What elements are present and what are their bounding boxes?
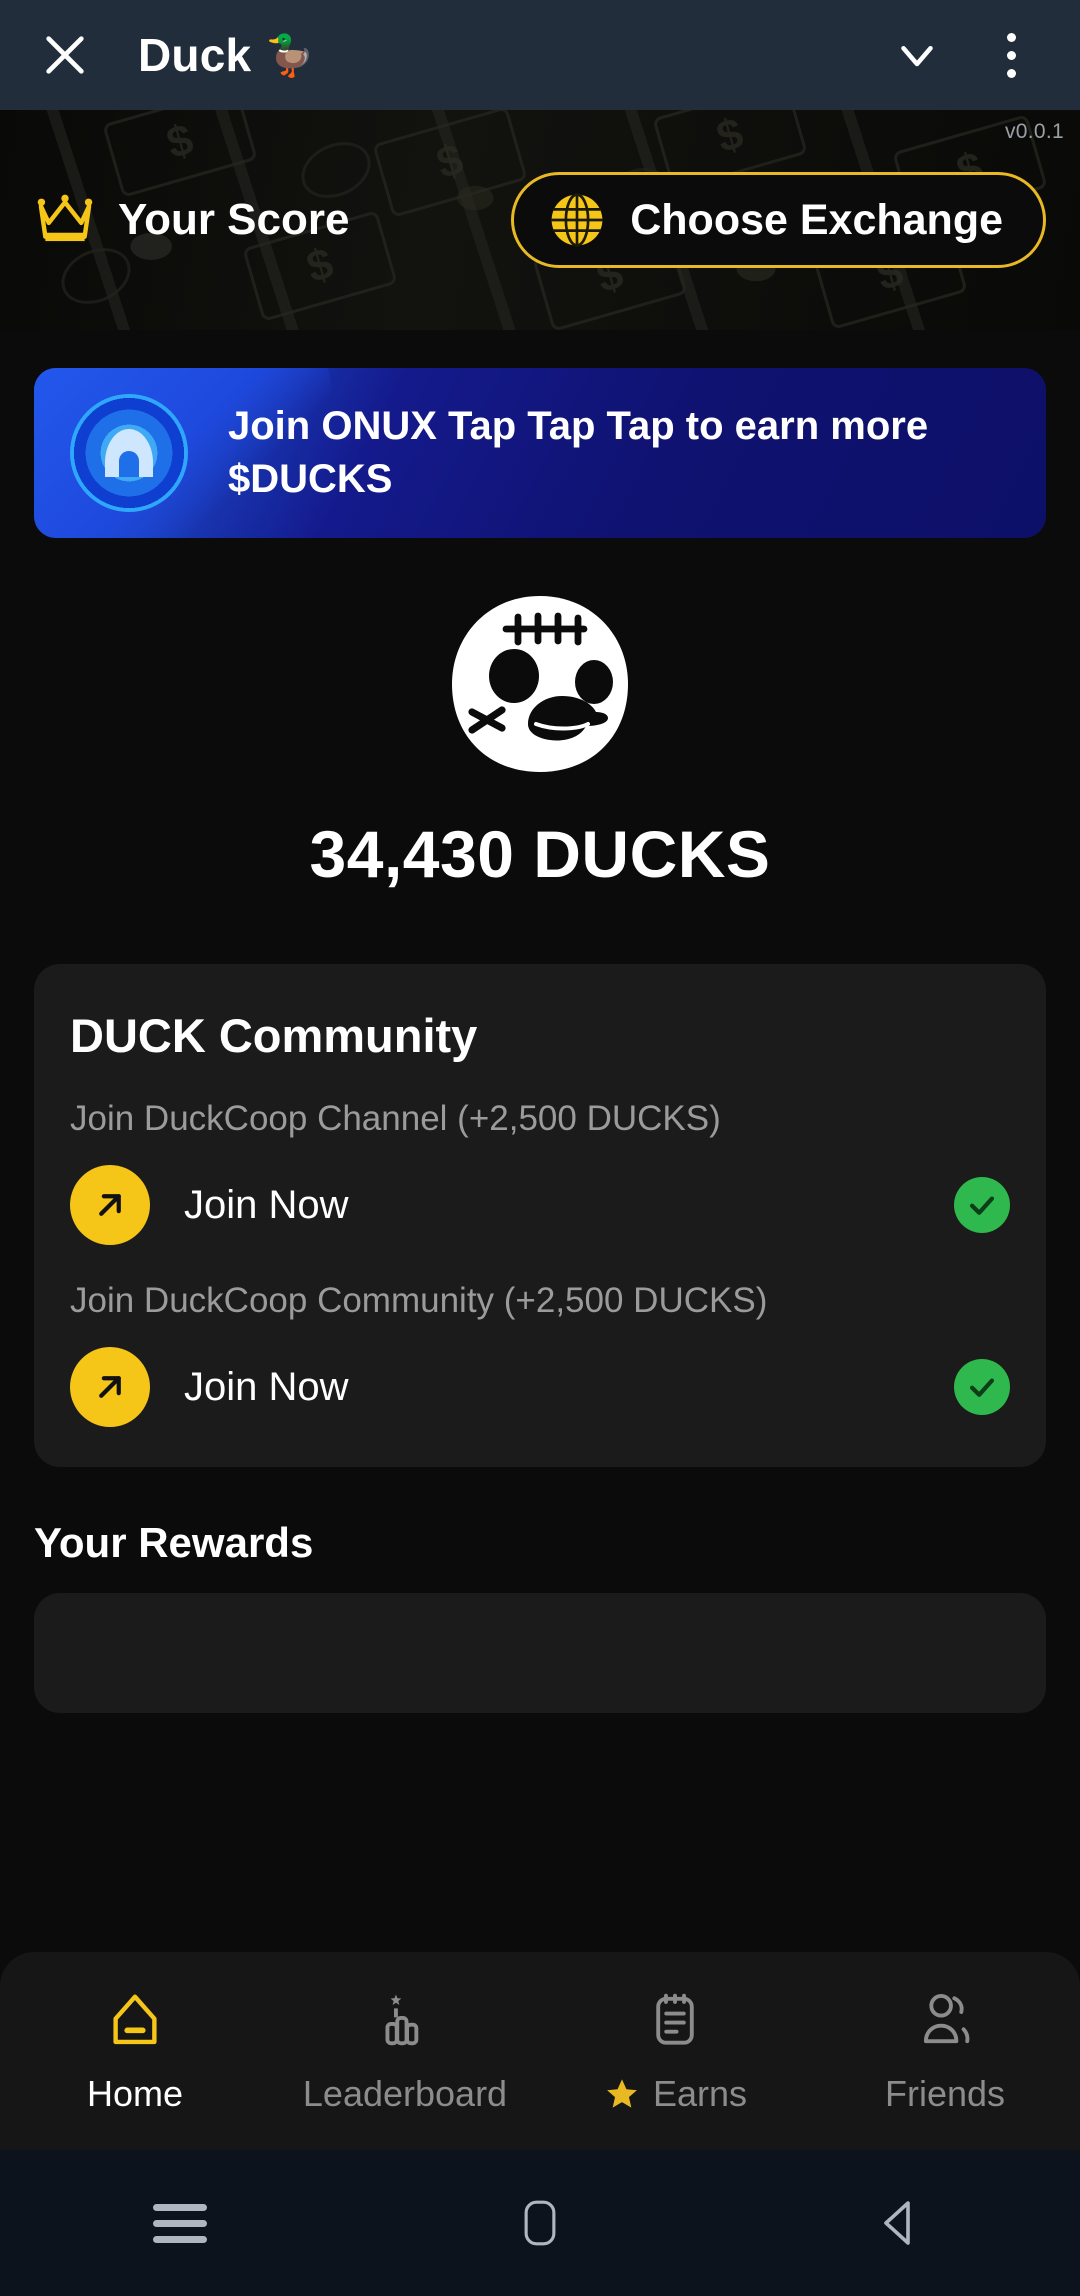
join-now-label[interactable]: Join Now	[184, 1365, 349, 1410]
your-rewards-title: Your Rewards	[34, 1519, 314, 1566]
page-title: Duck 🦆	[138, 28, 315, 82]
onux-arch-glyph	[105, 429, 153, 477]
triangle-back-icon[interactable]	[720, 2197, 1080, 2249]
duck-emoji-icon: 🦆	[265, 33, 316, 78]
tab-leaderboard-label: Leaderboard	[302, 2073, 508, 2114]
table-row: Join Now	[70, 1347, 1010, 1427]
tab-earns[interactable]: Earns	[540, 1987, 810, 2115]
menu-icon[interactable]	[0, 2195, 360, 2252]
choose-exchange-label: Choose Exchange	[630, 195, 1003, 244]
check-circle-icon	[954, 1359, 1010, 1415]
tab-friends-label: Friends	[884, 2073, 1006, 2114]
square-icon[interactable]	[360, 2197, 720, 2249]
your-score-group: Your Score	[34, 191, 349, 250]
tab-home-label: Home	[86, 2073, 184, 2114]
more-vertical-icon[interactable]	[976, 20, 1046, 90]
onux-promo-banner[interactable]: Join ONUX Tap Tap Tap to earn more $DUCK…	[34, 368, 1046, 538]
home-icon	[104, 1987, 166, 2051]
system-navigation-bar	[0, 2150, 1080, 2296]
your-score-label: Your Score	[118, 195, 350, 244]
people-icon	[914, 1987, 976, 2051]
check-circle-icon	[954, 1177, 1010, 1233]
page-title-text: Duck	[138, 29, 252, 81]
main-content: Join ONUX Tap Tap Tap to earn more $DUCK…	[0, 330, 1080, 1952]
duck-skull-mascot-icon	[440, 584, 640, 784]
card-title: DUCK Community	[70, 1009, 478, 1062]
task-label: Join DuckCoop Community (+2,500 DUCKS)	[70, 1281, 768, 1320]
app-header: Duck 🦆	[0, 0, 1080, 110]
arrow-up-right-icon[interactable]	[70, 1347, 150, 1427]
ducks-balance: 34,430 DUCKS	[309, 817, 771, 891]
duck-community-card: DUCK Community Join DuckCoop Channel (+2…	[34, 964, 1046, 1467]
star-icon	[603, 2075, 641, 2113]
podium-star-icon	[374, 1987, 436, 2051]
tab-home[interactable]: Home	[0, 1987, 270, 2115]
rewards-card	[34, 1593, 1046, 1713]
join-now-label[interactable]: Join Now	[184, 1183, 349, 1228]
arrow-up-right-icon[interactable]	[70, 1165, 150, 1245]
mascot-container	[0, 584, 1080, 784]
bottom-tab-bar: Home Leaderboard Earns Friends	[0, 1952, 1080, 2150]
task-label: Join DuckCoop Channel (+2,500 DUCKS)	[70, 1099, 721, 1138]
onux-promo-text: Join ONUX Tap Tap Tap to earn more $DUCK…	[228, 404, 929, 501]
chevron-down-icon[interactable]	[882, 20, 952, 90]
score-bar: v0.0.1 Your Score	[0, 110, 1080, 330]
tab-leaderboard[interactable]: Leaderboard	[270, 1987, 540, 2115]
tab-earns-text: Earns	[652, 2073, 748, 2114]
clipboard-icon	[644, 1987, 706, 2051]
globe-icon	[548, 191, 606, 249]
tab-earns-label: Earns	[603, 2073, 747, 2115]
onux-logo-icon	[70, 394, 188, 512]
version-label: v0.0.1	[1004, 120, 1064, 143]
table-row: Join Now	[70, 1165, 1010, 1245]
crown-icon	[34, 191, 96, 250]
close-icon[interactable]	[34, 24, 96, 86]
choose-exchange-button[interactable]: Choose Exchange	[511, 172, 1046, 268]
tab-friends[interactable]: Friends	[810, 1987, 1080, 2115]
